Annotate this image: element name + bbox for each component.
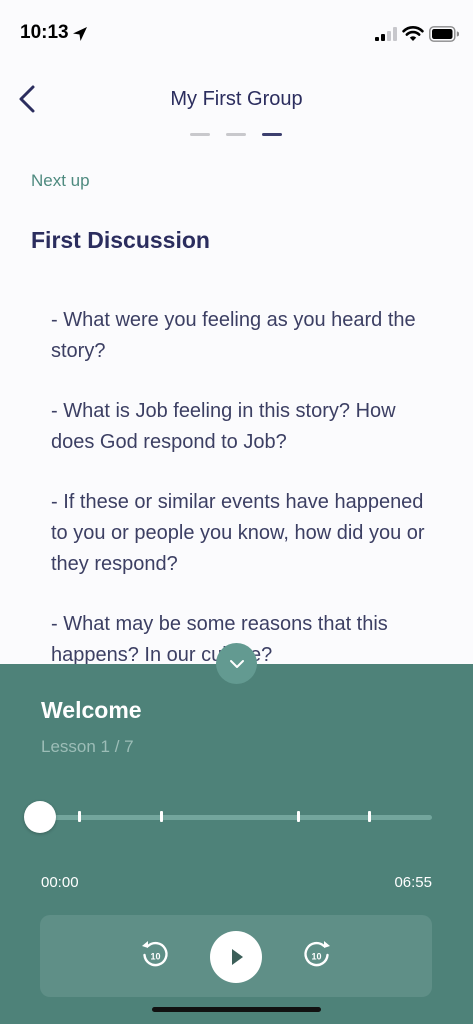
audio-player: Welcome Lesson 1 / 7 00:00 06:55 10 10 — [0, 664, 473, 1024]
step-dot — [190, 133, 210, 136]
forward-10-button[interactable]: 10 — [300, 938, 334, 972]
location-arrow-icon — [73, 27, 87, 41]
forward-seconds-label: 10 — [311, 952, 321, 962]
chapter-marker[interactable] — [77, 811, 81, 822]
lesson-counter: Lesson 1 / 7 — [41, 737, 134, 756]
discussion-question: - What were you feeling as you heard the… — [51, 309, 416, 362]
track-title: Welcome — [41, 697, 142, 723]
progress-slider[interactable] — [24, 801, 432, 833]
section-title: First Discussion — [31, 227, 210, 253]
rewind-seconds-label: 10 — [150, 952, 160, 962]
status-time: 10:13 — [20, 22, 69, 43]
current-time: 00:00 — [41, 874, 79, 891]
discussion-questions: - What were you feeling as you heard the… — [51, 305, 431, 665]
play-button[interactable] — [210, 931, 262, 983]
step-indicator — [190, 133, 282, 137]
cellular-signal-icon — [375, 27, 397, 41]
next-up-label: Next up — [31, 171, 90, 190]
step-dot-active — [262, 133, 282, 136]
total-time: 06:55 — [394, 874, 432, 891]
rewind-10-button[interactable]: 10 — [138, 938, 172, 972]
discussion-question: - If these or similar events have happen… — [51, 491, 425, 575]
status-bar: 10:13 — [0, 0, 473, 70]
playback-controls: 10 10 — [40, 915, 432, 997]
header: My First Group — [0, 70, 473, 150]
page-title: My First Group — [170, 88, 303, 110]
discussion-question: - What is Job feeling in this story? How… — [51, 400, 396, 453]
chapter-marker[interactable] — [367, 811, 371, 822]
wifi-icon — [402, 26, 424, 41]
chapter-marker[interactable] — [160, 811, 164, 822]
step-dot — [226, 133, 246, 136]
chapter-marker[interactable] — [297, 811, 301, 822]
home-indicator — [152, 1007, 321, 1012]
lesson-content[interactable]: Next up First Discussion - What were you… — [0, 160, 473, 665]
battery-icon — [429, 26, 459, 42]
progress-thumb[interactable] — [24, 801, 56, 833]
collapse-player-button[interactable] — [216, 643, 257, 684]
play-icon — [232, 949, 243, 965]
chevron-down-icon — [229, 659, 244, 668]
